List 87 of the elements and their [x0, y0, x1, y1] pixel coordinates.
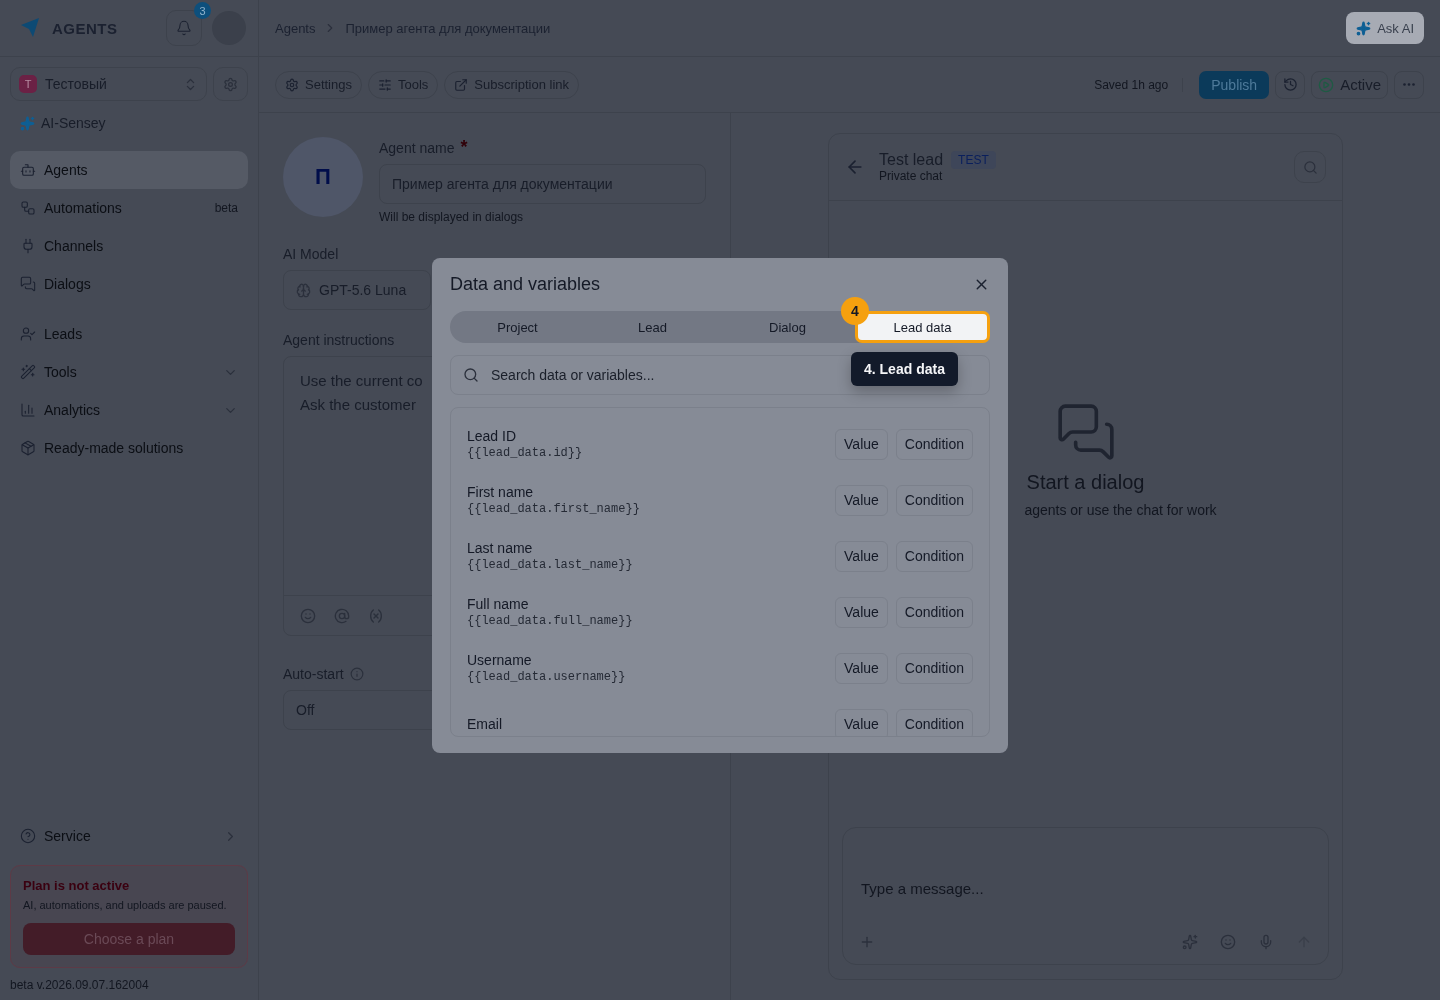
- nav-item[interactable]: Ready-made solutions: [10, 429, 248, 467]
- variable-code: {{lead_data.full_name}}: [467, 614, 634, 628]
- variable-code: {{lead_data.username}}: [467, 670, 627, 684]
- nav-item[interactable]: Analytics: [10, 391, 248, 429]
- at-sign-icon[interactable]: [334, 607, 350, 624]
- publish-button[interactable]: Publish: [1199, 70, 1270, 99]
- emoji-icon[interactable]: [1220, 934, 1236, 950]
- help-icon: [20, 828, 36, 844]
- nav-icon: [20, 276, 36, 292]
- step-badge: 4: [841, 297, 869, 325]
- dialog-tab[interactable]: Lead: [585, 313, 720, 341]
- nav-label: Dialogs: [44, 276, 92, 292]
- insert-button[interactable]: Condition: [895, 596, 973, 628]
- variable-name: Last name: [467, 540, 534, 556]
- variable-name: Email: [467, 716, 503, 732]
- nav-item[interactable]: Dialogs: [10, 265, 248, 303]
- search-button[interactable]: [1294, 151, 1326, 183]
- variable-code: {{lead_data.last_name}}: [467, 558, 634, 572]
- tab-icon: [378, 77, 392, 92]
- nav-icon: [20, 364, 36, 380]
- user-avatar[interactable]: [212, 11, 246, 45]
- sparkle-icon: [20, 115, 35, 131]
- dialog-tab[interactable]: Project: [450, 313, 585, 341]
- insert-button[interactable]: Value: [835, 540, 888, 572]
- history-button[interactable]: [1275, 70, 1306, 99]
- info-icon: [349, 667, 364, 681]
- emoji-icon[interactable]: [300, 607, 316, 624]
- nav-item[interactable]: Agents: [10, 151, 248, 189]
- variable-name: First name: [467, 484, 535, 500]
- nav-label: Agents: [44, 162, 89, 178]
- nav-icon: [20, 326, 36, 342]
- nav-icon: [20, 162, 36, 178]
- plan-title: Plan is not active: [23, 878, 131, 893]
- variable-code: {{lead_data.id}}: [467, 446, 584, 460]
- nav-icon: [20, 238, 36, 254]
- nav-label: Automations: [44, 200, 123, 216]
- tooltip: 4. Lead data: [851, 352, 958, 386]
- more-icon: [1403, 83, 1415, 86]
- nav-label: Ready-made solutions: [44, 440, 185, 456]
- nav-label: Channels: [44, 238, 105, 254]
- variable-name: Username: [467, 652, 533, 668]
- insert-button[interactable]: Condition: [895, 540, 973, 572]
- sparkle-icon: [1356, 20, 1372, 36]
- workspace-initial: Т: [19, 75, 37, 93]
- insert-button[interactable]: Condition: [895, 652, 973, 684]
- nav-item[interactable]: Tools: [10, 353, 248, 391]
- tab-icon: [454, 77, 469, 92]
- tab-icon: [285, 77, 299, 92]
- insert-button[interactable]: Value: [835, 708, 888, 736]
- insert-button[interactable]: Condition: [895, 428, 973, 460]
- insert-button[interactable]: Value: [835, 652, 888, 684]
- nav-label: Analytics: [44, 402, 102, 418]
- bell-icon: [176, 20, 192, 36]
- nav-label: Tools: [44, 364, 78, 380]
- variable-name: Full name: [467, 596, 530, 612]
- search-icon: [463, 367, 479, 383]
- settings-icon: [223, 76, 238, 92]
- nav-label: Leads: [44, 326, 84, 342]
- dialog-title: Data and variables: [450, 274, 601, 295]
- ask-ai-button[interactable]: Ask AI: [1346, 12, 1424, 44]
- more-button[interactable]: [1394, 70, 1424, 99]
- insert-button[interactable]: Condition: [895, 708, 973, 736]
- insert-button[interactable]: Condition: [895, 484, 973, 516]
- agent-avatar[interactable]: П: [283, 137, 363, 217]
- brain-icon: [296, 282, 311, 298]
- variable-name: Lead ID: [467, 428, 518, 444]
- search-icon: [1302, 159, 1318, 175]
- sparkle-icon[interactable]: [1182, 934, 1198, 950]
- variable-code: {{lead_data.first_name}}: [467, 502, 641, 516]
- service-item[interactable]: Service: [10, 817, 248, 855]
- nav-item[interactable]: Leads: [10, 315, 248, 353]
- required-mark: *: [460, 137, 468, 158]
- insert-button[interactable]: Value: [835, 484, 888, 516]
- variable-icon[interactable]: [368, 607, 384, 624]
- insert-button[interactable]: Value: [835, 428, 888, 460]
- nav-label: Service: [44, 828, 92, 844]
- plus-icon[interactable]: [859, 934, 875, 950]
- nav-icon: [20, 440, 36, 456]
- mic-icon[interactable]: [1258, 934, 1274, 950]
- nav-item[interactable]: Channels: [10, 227, 248, 265]
- history-icon: [1282, 77, 1298, 92]
- play-icon: [1318, 76, 1335, 93]
- notification-count: 3: [194, 2, 211, 19]
- insert-button[interactable]: Value: [835, 596, 888, 628]
- nav-icon: [20, 402, 36, 418]
- settings-button[interactable]: [213, 67, 248, 101]
- nav-icon: [20, 200, 36, 216]
